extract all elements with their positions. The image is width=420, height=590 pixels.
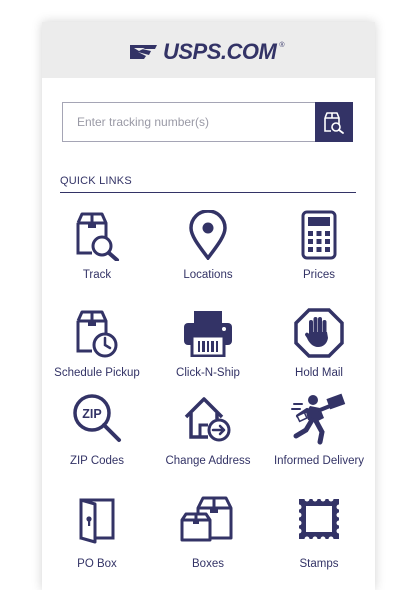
- logo-text: USPS.COM: [163, 39, 277, 64]
- quick-link-locations[interactable]: Locations: [153, 208, 263, 298]
- tracking-number-input[interactable]: [63, 103, 315, 141]
- boxes-icon: [180, 496, 233, 542]
- mail-carrier-icon: [291, 393, 346, 445]
- quick-link-prices[interactable]: Prices: [264, 208, 374, 298]
- change-address-icon: [184, 397, 231, 442]
- usps-logo[interactable]: USPS.COM ®: [130, 39, 287, 64]
- quick-links-divider: [60, 192, 356, 193]
- header: USPS.COM ®: [42, 22, 375, 78]
- quick-link-track[interactable]: Track: [42, 208, 152, 298]
- quick-link-label: Informed Delivery: [273, 455, 365, 467]
- zip-magnifier-icon: ZIP: [73, 394, 121, 442]
- calculator-icon: [301, 210, 337, 260]
- quick-link-po-box[interactable]: PO Box: [42, 492, 152, 582]
- track-package-icon: [76, 212, 119, 261]
- mobile-page: USPS.COM ® QUICK LINKS: [42, 22, 375, 590]
- quick-link-label: Hold Mail: [295, 367, 343, 379]
- quick-links-heading: QUICK LINKS: [60, 175, 132, 187]
- quick-link-boxes[interactable]: Boxes: [153, 492, 263, 582]
- quick-link-label: Prices: [303, 269, 335, 281]
- hold-hand-icon: [294, 308, 344, 358]
- quick-link-change-address[interactable]: Change Address: [153, 392, 263, 482]
- quick-link-informed-delivery[interactable]: Informed Delivery: [264, 392, 374, 482]
- location-pin-icon: [189, 210, 227, 260]
- quick-link-stamps[interactable]: Stamps: [264, 492, 374, 582]
- quick-link-zip-codes[interactable]: ZIP ZIP Codes: [42, 392, 152, 482]
- stamp-icon: [296, 496, 342, 542]
- eagle-logo-icon: [130, 45, 157, 59]
- quick-link-schedule-pickup[interactable]: Schedule Pickup: [42, 306, 152, 396]
- quick-link-click-n-ship[interactable]: Click-N-Ship: [153, 306, 263, 396]
- quick-link-label: Stamps: [299, 558, 339, 570]
- registered-mark: ®: [279, 41, 285, 49]
- track-search-button[interactable]: [315, 102, 353, 142]
- svg-text:ZIP: ZIP: [82, 407, 101, 421]
- printer-icon: [184, 311, 232, 357]
- quick-link-hold-mail[interactable]: Hold Mail: [264, 306, 374, 396]
- track-search-icon: [324, 112, 344, 134]
- po-box-icon: [79, 498, 115, 544]
- tracking-search: [62, 102, 353, 142]
- schedule-pickup-icon: [76, 310, 118, 358]
